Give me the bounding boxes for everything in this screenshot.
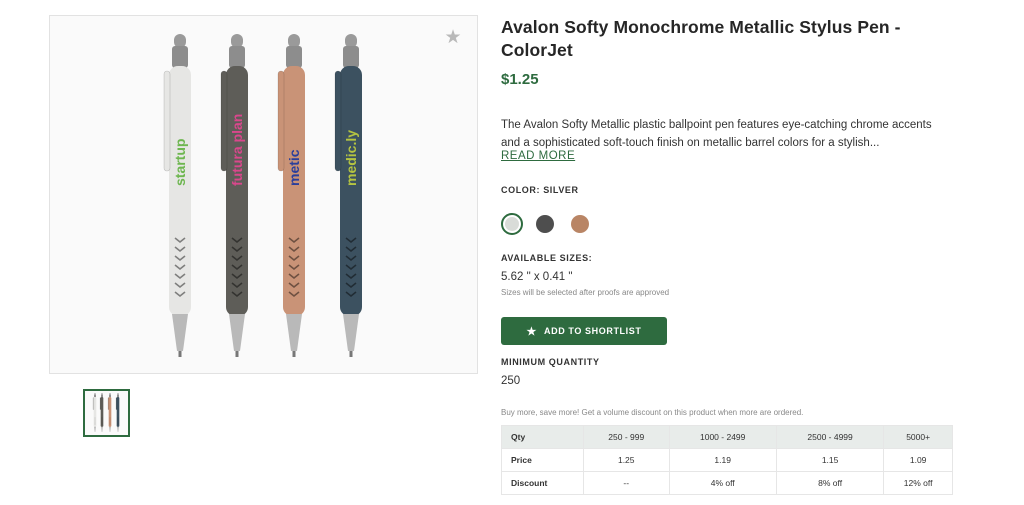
pricing-header-cell: 250 - 999 — [583, 425, 670, 449]
color-swatch-silver[interactable] — [501, 213, 523, 235]
pen-1: futura plan — [220, 34, 248, 357]
pen-logo-text: metic — [286, 149, 302, 186]
pricing-cell: 4% off — [668, 471, 777, 495]
pen-logo-text: startup — [172, 139, 188, 186]
pen-clip — [99, 397, 102, 410]
pen-t1 — [99, 393, 104, 432]
pen-clip — [277, 70, 285, 172]
pen-0: startup — [163, 34, 191, 357]
pen-stylus-tip — [94, 393, 96, 395]
pen-clip — [115, 397, 118, 410]
minimum-quantity-value: 250 — [501, 375, 521, 387]
thumbnail-pens-image — [92, 393, 120, 432]
pricing-header-cell: 1000 - 2499 — [668, 425, 777, 449]
pen-top-cap — [286, 46, 302, 68]
pricing-cell: 1.19 — [668, 448, 777, 472]
pen-stylus-tip — [345, 34, 357, 48]
pricing-cell: Discount — [501, 471, 584, 495]
pen-metal-tip — [101, 426, 103, 432]
pen-metal-tip — [109, 426, 111, 432]
pen-metal-tip — [286, 314, 302, 351]
pen-top-cap — [117, 394, 119, 398]
pen-stylus-tip — [174, 34, 186, 48]
pen-stylus-tip — [101, 393, 103, 395]
pricing-header-cell: Qty — [501, 425, 584, 449]
pen-t3 — [115, 393, 120, 432]
pen-clip — [220, 70, 228, 172]
pen-logo-text: futura plan — [229, 114, 245, 186]
read-more-link[interactable]: READ MORE — [501, 150, 575, 162]
pen-top-cap — [101, 394, 103, 398]
pen-top-cap — [343, 46, 359, 68]
pen-logo-text: medic.ly — [343, 130, 359, 186]
pen-top-cap — [172, 46, 188, 68]
pen-point — [178, 351, 182, 357]
pen-t0 — [92, 393, 97, 432]
pen-stylus-tip — [231, 34, 243, 48]
main-product-image[interactable]: startup futura plan metic medic.ly ★ — [49, 15, 478, 374]
size-note: Sizes will be selected after proofs are … — [501, 288, 670, 297]
pricing-cell: 1.09 — [883, 448, 953, 472]
pricing-cell: 1.15 — [775, 448, 885, 472]
pen-metal-tip — [343, 314, 359, 351]
favorite-star-icon[interactable]: ★ — [443, 28, 463, 48]
color-swatch-gunmetal[interactable] — [536, 215, 554, 233]
description-line2: and a sophisticated soft-touch finish on… — [501, 137, 880, 149]
pricing-cell: Price — [501, 448, 584, 472]
pen-point — [235, 351, 239, 357]
pen-clip — [163, 70, 171, 172]
pen-stylus-tip — [288, 34, 300, 48]
pen-top-cap — [229, 46, 245, 68]
pricing-cell: 1.25 — [583, 448, 670, 472]
pricing-row-price: Price 1.25 1.19 1.15 1.09 — [501, 448, 953, 472]
product-description: The Avalon Softy Metallic plastic ballpo… — [501, 116, 953, 152]
pen-point — [292, 351, 296, 357]
add-to-shortlist-label: ADD TO SHORTLIST — [544, 326, 642, 336]
star-icon: ★ — [526, 325, 538, 338]
pricing-cell: -- — [583, 471, 670, 495]
add-to-shortlist-button[interactable]: ★ ADD TO SHORTLIST — [501, 317, 667, 345]
pricing-cell: 8% off — [775, 471, 885, 495]
pen-top-cap — [94, 394, 96, 398]
product-title-line1: Avalon Softy Monochrome Metallic Stylus … — [501, 17, 901, 37]
pen-point — [349, 351, 353, 357]
volume-discount-note: Buy more, save more! Get a volume discou… — [501, 408, 804, 417]
pricing-table: Qty 250 - 999 1000 - 2499 2500 - 4999 50… — [501, 425, 953, 495]
pen-t2 — [107, 393, 112, 432]
pen-stylus-tip — [117, 393, 119, 395]
gallery-thumbnail[interactable] — [83, 389, 130, 437]
pricing-header-row: Qty 250 - 999 1000 - 2499 2500 - 4999 50… — [501, 425, 953, 449]
pen-top-cap — [109, 394, 111, 398]
pen-metal-tip — [94, 426, 96, 432]
description-line1: The Avalon Softy Metallic plastic ballpo… — [501, 119, 932, 131]
pricing-row-discount: Discount -- 4% off 8% off 12% off — [501, 471, 953, 495]
pen-stylus-tip — [109, 393, 111, 395]
pens-illustration: startup futura plan metic medic.ly — [163, 34, 362, 357]
minimum-quantity-label: MINIMUM QUANTITY — [501, 357, 600, 367]
pen-metal-tip — [117, 426, 119, 432]
color-label: COLOR: SILVER — [501, 185, 579, 195]
pen-clip — [107, 397, 110, 410]
pen-clip — [92, 397, 95, 410]
pen-metal-tip — [172, 314, 188, 351]
pricing-header-cell: 2500 - 4999 — [775, 425, 885, 449]
pen-3: medic.ly — [334, 34, 362, 357]
product-price: $1.25 — [501, 71, 539, 88]
available-sizes-label: AVAILABLE SIZES: — [501, 253, 593, 263]
size-value: 5.62 " x 0.41 " — [501, 271, 573, 283]
color-swatch-copper[interactable] — [571, 215, 589, 233]
pricing-header-cell: 5000+ — [883, 425, 953, 449]
pen-metal-tip — [229, 314, 245, 351]
pricing-cell: 12% off — [883, 471, 953, 495]
product-title-line2: ColorJet — [501, 40, 573, 60]
product-title: Avalon Softy Monochrome Metallic Stylus … — [501, 16, 951, 62]
pen-2: metic — [277, 34, 305, 357]
pen-clip — [334, 70, 342, 172]
